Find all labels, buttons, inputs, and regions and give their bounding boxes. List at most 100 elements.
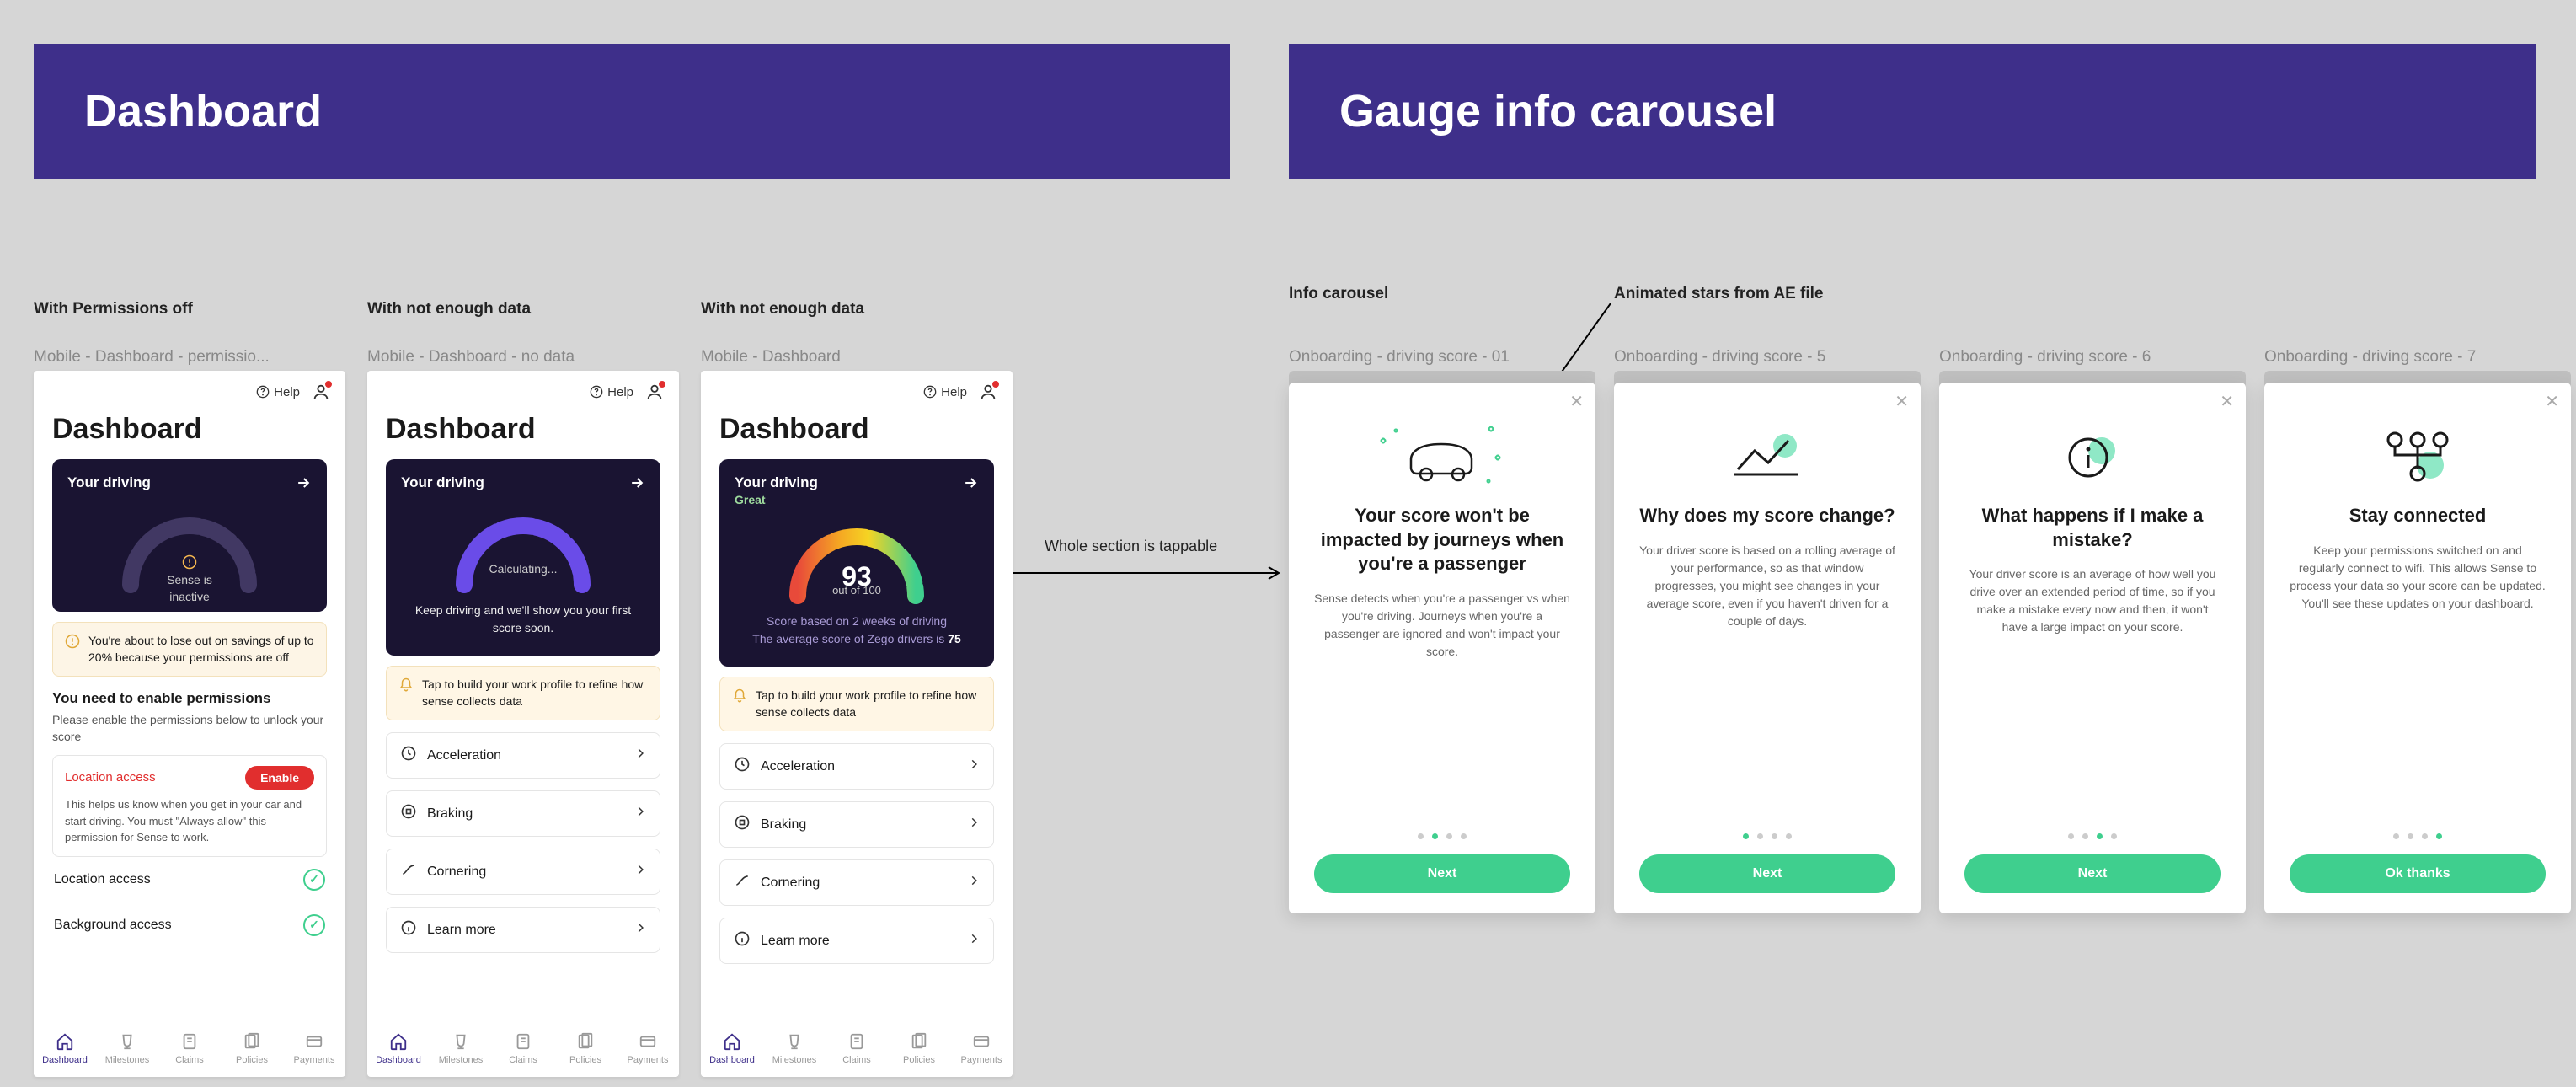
- dot[interactable]: [2068, 833, 2074, 839]
- metric-learn-more[interactable]: Learn more: [386, 907, 660, 953]
- tab-claims[interactable]: Claims: [492, 1020, 554, 1077]
- permission-row-location[interactable]: Location access ✓: [52, 857, 327, 902]
- dot[interactable]: [1432, 833, 1438, 839]
- close-icon[interactable]: ✕: [2545, 391, 2559, 412]
- carousel-body: Keep your permissions switched on and re…: [2290, 542, 2546, 613]
- tab-payments[interactable]: Payments: [617, 1020, 679, 1077]
- profile-avatar[interactable]: [979, 383, 997, 401]
- tab-payments[interactable]: Payments: [283, 1020, 345, 1077]
- chevron-right-icon: [634, 806, 646, 822]
- metric-learn-more[interactable]: Learn more: [719, 918, 994, 964]
- help-link[interactable]: Help: [256, 385, 300, 399]
- tab-label: Milestones: [772, 1055, 817, 1065]
- next-button[interactable]: Next: [1314, 854, 1570, 893]
- dot[interactable]: [2082, 833, 2088, 839]
- tab-icon: [56, 1032, 74, 1053]
- metric-acceleration[interactable]: Acceleration: [386, 732, 660, 779]
- dot[interactable]: [1461, 833, 1467, 839]
- driving-card[interactable]: Your driving Sense is inactive: [52, 459, 327, 612]
- tab-dashboard[interactable]: Dashboard: [701, 1020, 763, 1077]
- metric-cornering[interactable]: Cornering: [719, 859, 994, 906]
- check-icon: ✓: [303, 914, 325, 936]
- dot[interactable]: [2097, 833, 2103, 839]
- tab-claims[interactable]: Claims: [158, 1020, 221, 1077]
- chevron-right-icon: [634, 747, 646, 763]
- enable-button[interactable]: Enable: [245, 766, 314, 790]
- close-icon[interactable]: ✕: [2220, 391, 2234, 412]
- info-circle-icon: [1964, 420, 2221, 495]
- metric-braking[interactable]: Braking: [386, 790, 660, 837]
- close-icon[interactable]: ✕: [1569, 391, 1584, 412]
- tab-label: Claims: [175, 1055, 204, 1065]
- dot[interactable]: [1446, 833, 1452, 839]
- arrow-to-carousel: [1007, 565, 1285, 581]
- profile-notice[interactable]: Tap to build your work profile to refine…: [719, 677, 994, 731]
- annotation-tappable: Whole section is tappable: [1045, 538, 1217, 555]
- tab-icon: [305, 1032, 323, 1053]
- help-link[interactable]: Help: [923, 385, 967, 399]
- tab-policies[interactable]: Policies: [221, 1020, 283, 1077]
- dot[interactable]: [1418, 833, 1424, 839]
- carousel-title: What happens if I make a mistake?: [1964, 504, 2221, 552]
- ok-thanks-button[interactable]: Ok thanks: [2290, 854, 2546, 893]
- carousel-body: Sense detects when you're a passenger vs…: [1314, 590, 1570, 661]
- close-icon[interactable]: ✕: [1895, 391, 1909, 412]
- tab-label: Policies: [236, 1055, 268, 1065]
- profile-notice[interactable]: Tap to build your work profile to refine…: [386, 666, 660, 720]
- driving-card[interactable]: Your driving Calculating... Keep driving…: [386, 459, 660, 656]
- metric-acceleration[interactable]: Acceleration: [719, 743, 994, 790]
- permission-row-background[interactable]: Background access ✓: [52, 902, 327, 948]
- help-icon: [590, 385, 603, 399]
- dot[interactable]: [1743, 833, 1749, 839]
- driving-card-title: Your driving: [67, 474, 151, 491]
- dot[interactable]: [1772, 833, 1777, 839]
- dot[interactable]: [2393, 833, 2399, 839]
- tab-milestones[interactable]: Milestones: [763, 1020, 826, 1077]
- frame-name-c4: Onboarding - driving score - 7: [2264, 348, 2476, 367]
- chevron-right-icon: [968, 875, 980, 891]
- tab-label: Claims: [509, 1055, 537, 1065]
- tab-policies[interactable]: Policies: [554, 1020, 617, 1077]
- permission-row-label: Background access: [54, 918, 172, 933]
- tab-dashboard[interactable]: Dashboard: [34, 1020, 96, 1077]
- tab-milestones[interactable]: Milestones: [430, 1020, 492, 1077]
- dot[interactable]: [2111, 833, 2117, 839]
- tab-icon: [723, 1032, 741, 1053]
- tab-dashboard[interactable]: Dashboard: [367, 1020, 430, 1077]
- profile-avatar[interactable]: [645, 383, 664, 401]
- tab-payments[interactable]: Payments: [950, 1020, 1013, 1077]
- tab-label: Dashboard: [709, 1055, 755, 1065]
- bell-icon: [732, 688, 747, 720]
- chevron-right-icon: [634, 922, 646, 938]
- dot[interactable]: [1757, 833, 1763, 839]
- carousel-card-1: ✕ Your score won't be impacted by journe…: [1289, 383, 1595, 913]
- score-outof: out of 100: [772, 584, 941, 597]
- next-button[interactable]: Next: [1964, 854, 2221, 893]
- frame-name-2: Mobile - Dashboard - no data: [367, 348, 575, 367]
- metric-icon: [400, 745, 417, 766]
- dot[interactable]: [2408, 833, 2413, 839]
- help-link[interactable]: Help: [590, 385, 633, 399]
- tab-milestones[interactable]: Milestones: [96, 1020, 158, 1077]
- page-title: Dashboard: [701, 413, 1013, 459]
- tab-label: Payments: [294, 1055, 335, 1065]
- notice-text: You're about to lose out on savings of u…: [88, 633, 314, 666]
- dot[interactable]: [2436, 833, 2442, 839]
- dot[interactable]: [1786, 833, 1792, 839]
- tab-claims[interactable]: Claims: [826, 1020, 888, 1077]
- tab-icon: [118, 1032, 136, 1053]
- profile-avatar[interactable]: [312, 383, 330, 401]
- next-button[interactable]: Next: [1639, 854, 1895, 893]
- info-icon: [65, 634, 80, 666]
- metric-braking[interactable]: Braking: [719, 801, 994, 848]
- gauge-inactive-label1: Sense is: [167, 573, 212, 586]
- permissions-warning-notice: You're about to lose out on savings of u…: [52, 622, 327, 677]
- metric-cornering[interactable]: Cornering: [386, 849, 660, 895]
- driving-card[interactable]: Your driving Great: [719, 459, 994, 667]
- tab-policies[interactable]: Policies: [888, 1020, 950, 1077]
- tab-icon: [389, 1032, 408, 1053]
- dot[interactable]: [2422, 833, 2428, 839]
- tab-label: Policies: [903, 1055, 935, 1065]
- check-icon: ✓: [303, 869, 325, 891]
- label-permissions-off: With Permissions off: [34, 300, 193, 319]
